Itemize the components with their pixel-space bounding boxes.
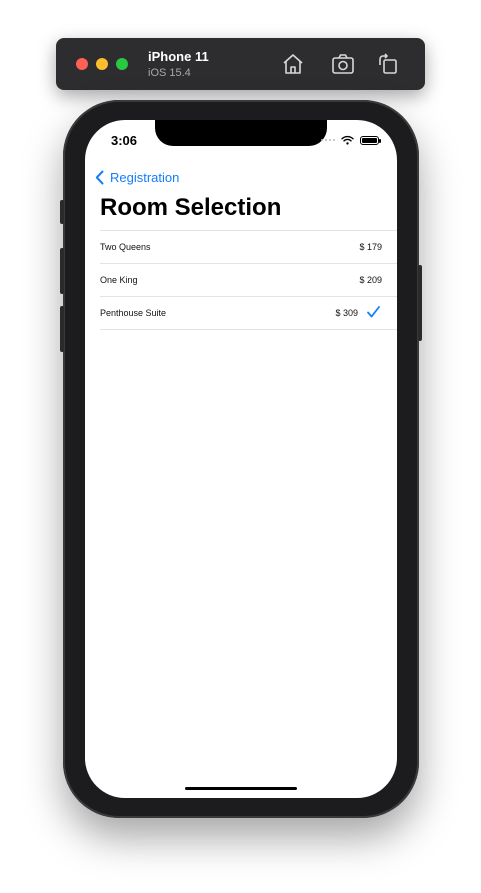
room-list: Two Queens $ 179 One King $ 209 Penthous… [100,230,397,330]
room-name: One King [100,275,138,285]
volume-down-button [60,306,64,352]
mute-switch [60,200,64,224]
room-row-one-king[interactable]: One King $ 209 [100,264,397,297]
simulator-toolbar: iPhone 11 iOS 15.4 [56,38,425,90]
iphone-frame: 3:06 Registration Room Selection Two Que… [60,100,422,818]
power-button [418,265,422,341]
notch [155,120,327,146]
home-indicator[interactable] [185,787,297,790]
page-title: Room Selection [100,194,282,221]
close-window-button[interactable] [76,58,88,70]
device-name: iPhone 11 [148,49,209,64]
room-row-two-queens[interactable]: Two Queens $ 179 [100,231,397,264]
chevron-left-icon [95,170,104,184]
rotate-icon[interactable] [376,52,400,76]
room-price: $ 309 [335,308,358,318]
room-name: Two Queens [100,242,151,252]
status-time: 3:06 [111,133,138,148]
cellular-signal-icon [321,139,335,141]
back-button-label: Registration [110,169,180,185]
volume-up-button [60,248,64,294]
battery-icon [360,135,381,145]
back-button[interactable]: Registration [95,166,179,188]
zoom-window-button[interactable] [116,58,128,70]
room-name: Penthouse Suite [100,308,167,318]
status-icons [321,135,381,145]
room-price: $ 179 [359,242,382,252]
wifi-icon [341,135,354,145]
os-version: iOS 15.4 [148,67,191,79]
room-price: $ 209 [359,275,382,285]
phone-screen: 3:06 Registration Room Selection Two Que… [85,120,397,798]
minimize-window-button[interactable] [96,58,108,70]
room-row-penthouse-suite[interactable]: Penthouse Suite $ 309 [100,297,397,330]
home-icon[interactable] [281,52,305,76]
screenshot-icon[interactable] [331,52,355,76]
checkmark-icon [367,306,380,318]
